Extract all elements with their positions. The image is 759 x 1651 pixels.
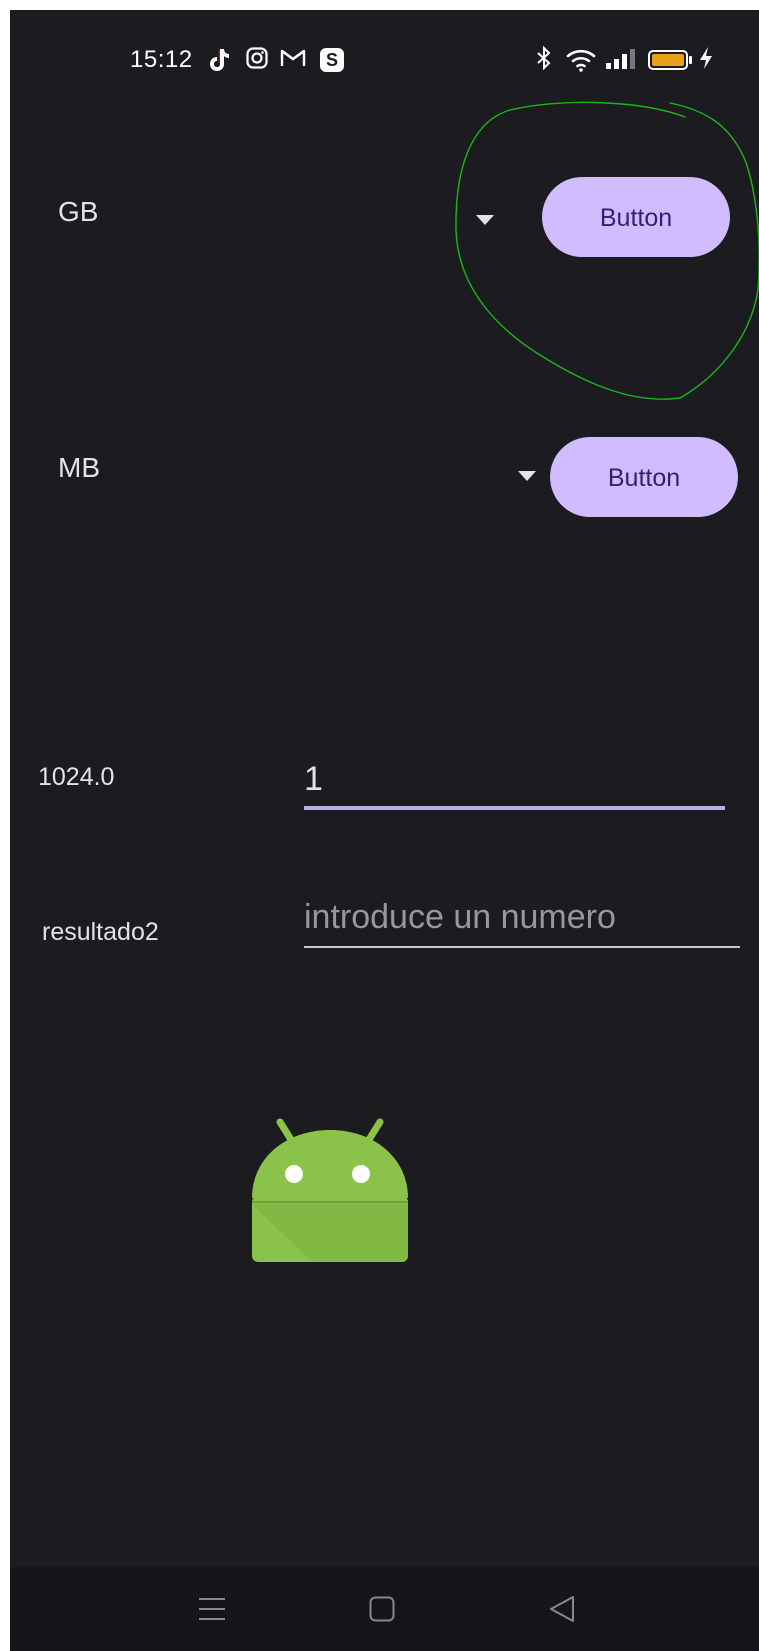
annotation-circle: [455, 101, 759, 400]
